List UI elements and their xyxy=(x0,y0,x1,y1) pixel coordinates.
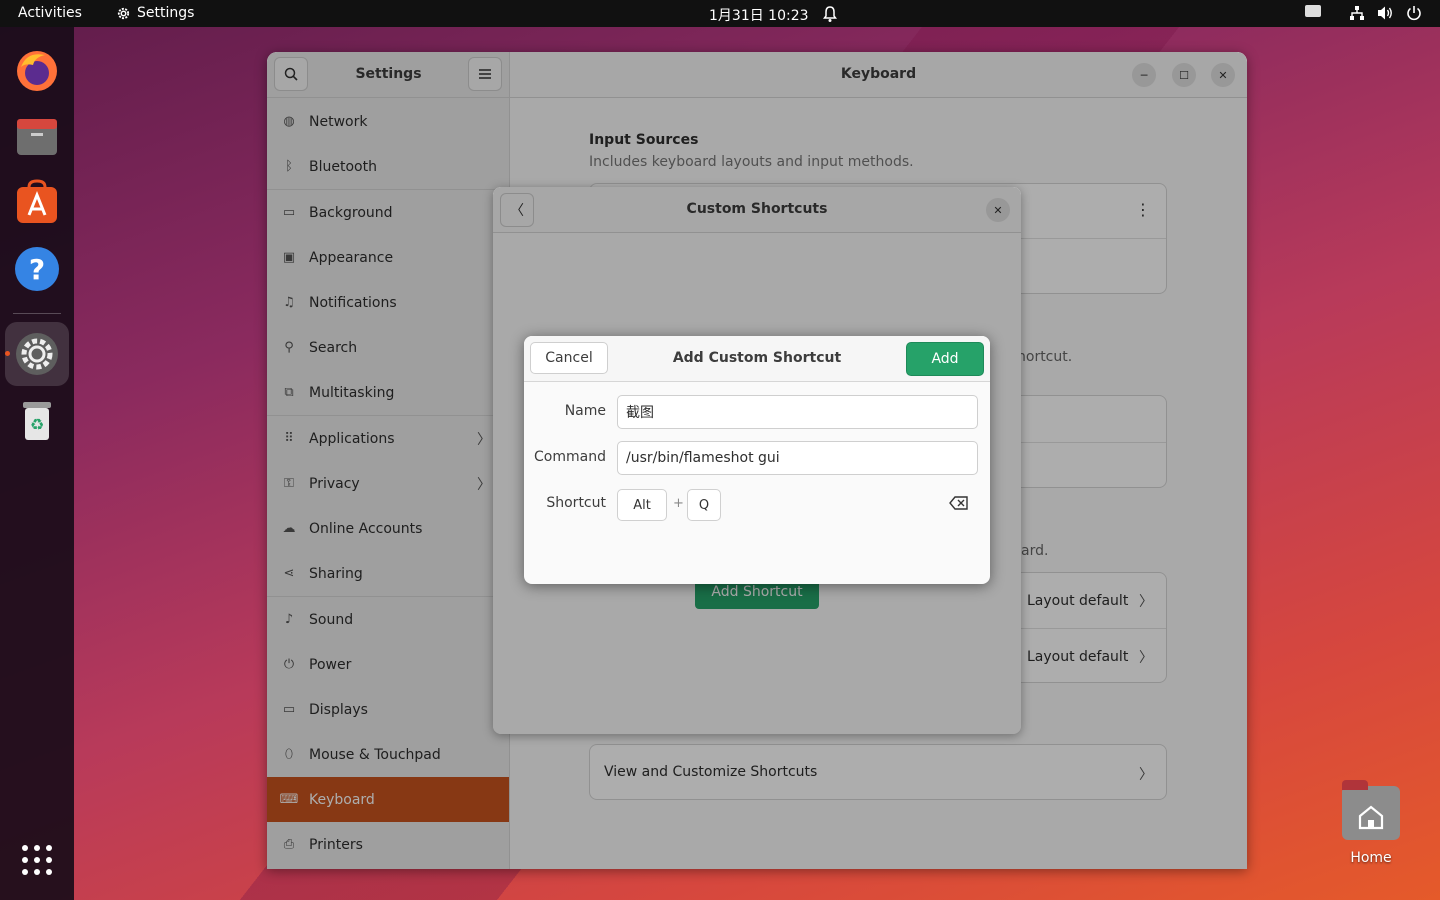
clear-shortcut-backspace-icon[interactable] xyxy=(949,496,969,514)
clock[interactable]: 1月31日 10:23 xyxy=(709,5,809,25)
network-status-icon[interactable] xyxy=(1349,5,1365,25)
help-icon[interactable]: ? xyxy=(5,237,69,301)
notification-bell-icon[interactable] xyxy=(822,5,838,27)
command-label: Command xyxy=(534,449,606,465)
add-shortcut-header: Cancel Add Custom Shortcut Add xyxy=(524,336,990,382)
app-center-icon[interactable] xyxy=(5,171,69,235)
dock: ? ♻ xyxy=(0,27,74,900)
volume-icon[interactable] xyxy=(1377,5,1394,25)
add-custom-shortcut-dialog: Cancel Add Custom Shortcut Add Name 截图 C… xyxy=(524,336,990,584)
svg-text:♻: ♻ xyxy=(30,415,44,434)
home-folder-icon xyxy=(1342,780,1400,840)
top-bar: Activities Settings 1月31日 10:23 xyxy=(0,0,1440,27)
gear-icon xyxy=(117,7,130,19)
firefox-icon[interactable] xyxy=(5,39,69,103)
app-menu[interactable]: Settings xyxy=(116,5,194,21)
keycap-alt: Alt xyxy=(617,489,667,521)
files-icon[interactable] xyxy=(5,105,69,169)
home-label: Home xyxy=(1350,850,1392,866)
activities-button[interactable]: Activities xyxy=(18,5,82,21)
app-name: Settings xyxy=(137,5,195,21)
shortcut-label: Shortcut xyxy=(546,495,606,511)
plus-separator: + xyxy=(673,496,684,511)
keycap-q: Q xyxy=(687,489,721,521)
trash-icon[interactable]: ♻ xyxy=(5,388,69,452)
settings-icon[interactable] xyxy=(5,322,69,386)
cancel-button[interactable]: Cancel xyxy=(530,342,608,374)
keyboard-indicator-icon[interactable] xyxy=(1305,5,1321,17)
command-field[interactable]: /usr/bin/flameshot gui xyxy=(617,441,978,475)
name-field[interactable]: 截图 xyxy=(617,395,978,429)
desktop-home-folder[interactable]: Home xyxy=(1338,780,1404,866)
power-menu-icon[interactable] xyxy=(1406,5,1422,25)
add-button[interactable]: Add xyxy=(906,342,984,376)
svg-text:?: ? xyxy=(29,253,45,286)
show-apps-grid-icon[interactable] xyxy=(5,828,69,892)
name-label: Name xyxy=(564,403,606,419)
